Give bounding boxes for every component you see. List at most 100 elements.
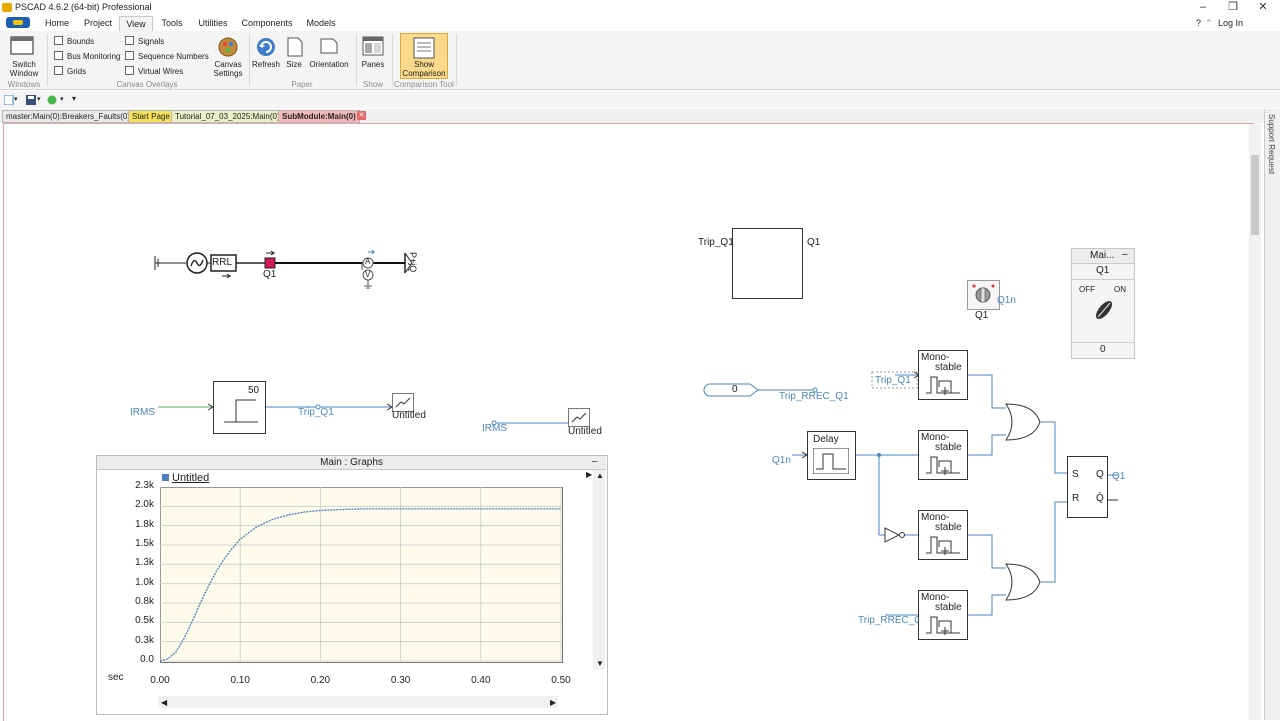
new-file-icon[interactable] bbox=[3, 94, 14, 106]
scroll-left-icon[interactable]: ◀ bbox=[161, 698, 167, 707]
monostable-block-1[interactable]: Mono- stable bbox=[918, 350, 968, 400]
sequence-numbers-checkbox[interactable]: Sequence Numbers bbox=[125, 51, 209, 61]
trip-module-input-label: Trip_Q1 bbox=[698, 237, 734, 248]
size-button[interactable]: Size bbox=[282, 60, 306, 69]
support-request-label: Support Request bbox=[1267, 114, 1276, 175]
switch-off-label: OFF bbox=[1079, 285, 1095, 294]
show-comparison-button[interactable]: Show Comparison bbox=[400, 33, 448, 79]
support-request-panel[interactable]: Support Request bbox=[1264, 109, 1280, 720]
panes-button[interactable]: Panes bbox=[358, 60, 388, 69]
graph-vertical-scrollbar[interactable] bbox=[593, 470, 605, 670]
tab-home[interactable]: Home bbox=[40, 16, 74, 31]
save-icon[interactable] bbox=[26, 95, 36, 105]
output-channel-label-1: Untitled bbox=[392, 410, 426, 421]
scroll-down-icon[interactable]: ▼ bbox=[596, 659, 604, 668]
login-link[interactable]: Log In bbox=[1218, 18, 1243, 28]
y-tick-label: 0.8k bbox=[135, 596, 154, 607]
constant-value: 0 bbox=[732, 384, 738, 395]
close-tab-icon[interactable]: ✕ bbox=[357, 111, 366, 120]
graph-frame-minimize[interactable]: – bbox=[592, 456, 598, 467]
sr-output-label: Q1 bbox=[1112, 471, 1126, 482]
x-tick-label: 0.00 bbox=[150, 675, 170, 686]
maximize-button[interactable]: ❐ bbox=[1218, 0, 1248, 16]
orientation-button[interactable]: Orientation bbox=[306, 60, 352, 69]
refresh-button[interactable]: Refresh bbox=[250, 60, 282, 69]
tab-models[interactable]: Models bbox=[302, 16, 340, 31]
build-dropdown-icon[interactable]: ▾ bbox=[60, 95, 64, 103]
voltmeter-label: V bbox=[365, 270, 371, 279]
scroll-up-icon[interactable]: ▲ bbox=[596, 471, 604, 480]
comparison-tool-group-label: Comparison Tool bbox=[394, 80, 454, 89]
ammeter-label: A bbox=[365, 257, 371, 266]
help-icon[interactable]: ? bbox=[1196, 18, 1201, 28]
ribbon-separator bbox=[47, 34, 48, 86]
legend-label[interactable]: Untitled bbox=[172, 472, 209, 484]
new-dropdown-icon[interactable]: ▾ bbox=[14, 95, 18, 103]
sr-flip-flop[interactable]: S R Q Q̄ bbox=[1067, 456, 1108, 518]
rrl-label: RRL bbox=[212, 257, 233, 268]
tab-components[interactable]: Components bbox=[240, 16, 294, 31]
x-axis-unit: sec bbox=[108, 672, 124, 683]
x-tick-label: 0.50 bbox=[551, 675, 571, 686]
legend-swatch bbox=[162, 474, 169, 481]
bounds-checkbox[interactable]: Bounds bbox=[54, 36, 94, 46]
canvas-settings-button[interactable]: Canvas Settings bbox=[210, 60, 246, 78]
x-tick-label: 0.30 bbox=[390, 675, 411, 686]
control-panel-collapse-button[interactable]: – bbox=[1122, 249, 1128, 260]
output-meter-icon-2[interactable] bbox=[568, 408, 590, 427]
scroll-right-icon[interactable]: ▶ bbox=[550, 698, 556, 707]
y-tick-label: 2.0k bbox=[135, 499, 154, 511]
monostable-block-2[interactable]: Mono- stable bbox=[918, 430, 968, 480]
customize-toolbar-icon[interactable]: ▾ bbox=[72, 94, 76, 103]
doc-tab-start-page[interactable]: Start Page bbox=[128, 110, 174, 123]
ribbon-separator bbox=[392, 34, 393, 86]
collapse-ribbon-icon[interactable]: ⌃ bbox=[1205, 18, 1213, 29]
show-group-label: Show bbox=[362, 80, 383, 89]
windows-group-label: Windows bbox=[7, 80, 41, 89]
irms-signal-label-2: IRMS bbox=[482, 423, 507, 434]
tab-utilities[interactable]: Utilities bbox=[194, 16, 232, 31]
signals-checkbox[interactable]: Signals bbox=[125, 36, 164, 46]
control-panel-title: Mai... bbox=[1090, 250, 1115, 261]
panes-icon bbox=[362, 36, 384, 57]
toggle-switch-knob[interactable] bbox=[1092, 297, 1116, 323]
doc-tab-submodule[interactable]: SubModule:Main(0) bbox=[278, 110, 360, 123]
pscad-logo-icon bbox=[2, 3, 12, 12]
delay-block[interactable]: Delay bbox=[807, 431, 856, 480]
title-bar: PSCAD 4.6.2 (64-bit) Professional bbox=[0, 0, 1280, 16]
application-menu-button[interactable] bbox=[6, 17, 30, 28]
sr-qbar-pin: Q̄ bbox=[1096, 493, 1104, 504]
doc-tab-breakers-faults[interactable]: master:Main(0):Breakers_Faults(0) bbox=[2, 110, 135, 123]
breaker-control-signal: Q1n bbox=[997, 295, 1016, 306]
bus-monitoring-checkbox[interactable]: Bus Monitoring bbox=[54, 51, 120, 61]
monostable-block-4[interactable]: Mono- stable bbox=[918, 590, 968, 640]
breaker-control-icon[interactable] bbox=[967, 280, 1000, 310]
not-gate-symbol bbox=[884, 527, 901, 543]
virtual-wires-checkbox[interactable]: Virtual Wires bbox=[125, 66, 183, 76]
x-tick-label: 0.40 bbox=[471, 675, 491, 686]
y-tick-label: 2.3k bbox=[135, 480, 154, 491]
monostable-block-3[interactable]: Mono- stable bbox=[918, 510, 968, 560]
menu-bar bbox=[0, 16, 1280, 31]
y-tick-label: 1.5k bbox=[135, 538, 154, 549]
delay-label: Delay bbox=[813, 434, 839, 445]
window-title: PSCAD 4.6.2 (64-bit) Professional bbox=[15, 2, 152, 12]
minimize-button[interactable]: – bbox=[1188, 0, 1218, 16]
y-tick-label: 1.3k bbox=[135, 557, 154, 569]
grids-checkbox[interactable]: Grids bbox=[54, 66, 86, 76]
trip-logic-module[interactable] bbox=[732, 228, 803, 299]
graph-expand-arrow-icon[interactable]: ▶ bbox=[586, 470, 592, 479]
scrollbar-thumb[interactable] bbox=[1251, 155, 1259, 235]
tab-project[interactable]: Project bbox=[80, 16, 116, 31]
switch-window-button[interactable]: Switch Window bbox=[4, 60, 44, 78]
breaker-q1-symbol[interactable] bbox=[264, 257, 276, 269]
paper-size-icon bbox=[287, 37, 303, 57]
build-icon[interactable] bbox=[47, 95, 57, 105]
tab-tools[interactable]: Tools bbox=[156, 16, 188, 31]
graph-horizontal-scrollbar[interactable] bbox=[158, 696, 558, 708]
close-button[interactable]: ✕ bbox=[1248, 0, 1278, 16]
tab-view[interactable]: View bbox=[119, 16, 153, 32]
graph-frame-title: Main : Graphs bbox=[97, 456, 606, 470]
doc-tab-tutorial[interactable]: Tutorial_07_03_2025:Main(0) bbox=[171, 110, 284, 123]
save-dropdown-icon[interactable]: ▾ bbox=[37, 95, 41, 103]
